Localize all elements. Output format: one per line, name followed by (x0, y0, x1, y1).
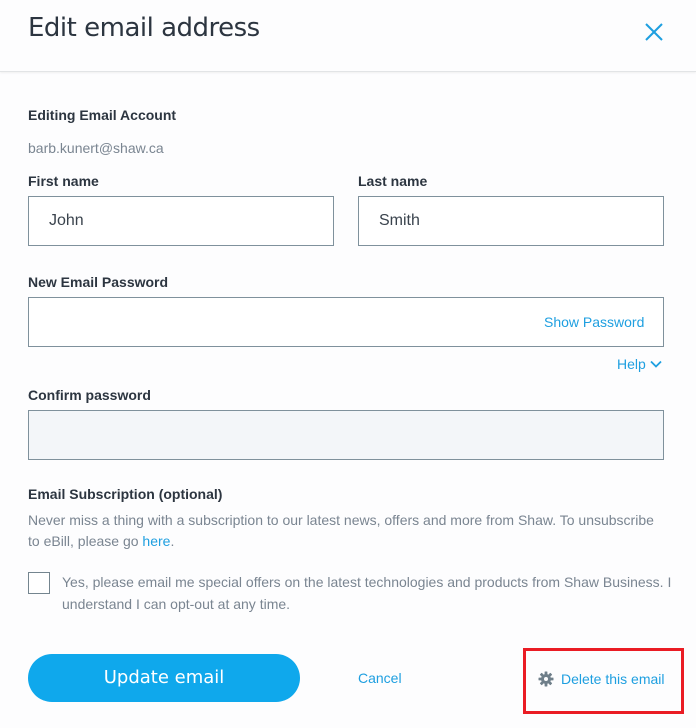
confirm-password-input[interactable] (28, 410, 664, 460)
subscription-checkbox[interactable] (28, 572, 50, 594)
first-name-label: First name (28, 173, 99, 189)
unsubscribe-ebill-link[interactable]: here (142, 533, 170, 549)
subscription-label: Email Subscription (optional) (28, 486, 223, 502)
new-password-label: New Email Password (28, 274, 169, 290)
page-title: Edit email address (28, 13, 260, 43)
show-password-button[interactable]: Show Password (544, 314, 644, 330)
confirm-password-label: Confirm password (28, 387, 151, 403)
editing-account-label: Editing Email Account (28, 107, 177, 123)
subscription-text-end: . (170, 533, 175, 549)
cancel-button[interactable]: Cancel (358, 670, 402, 686)
gear-icon (538, 671, 554, 687)
close-x-icon (645, 23, 663, 41)
delete-email-button[interactable]: Delete this email (538, 671, 665, 687)
subscription-description: Never miss a thing with a subscription t… (28, 510, 668, 552)
last-name-input[interactable]: Smith (358, 196, 664, 246)
modal-header: Edit email address (0, 0, 696, 72)
first-name-input[interactable]: John (28, 196, 334, 246)
help-label: Help (617, 356, 646, 372)
last-name-label: Last name (358, 173, 428, 189)
close-button[interactable] (643, 21, 665, 43)
update-email-button[interactable]: Update email (28, 654, 300, 702)
help-toggle[interactable]: Help (617, 356, 662, 372)
subscription-text: Never miss a thing with a subscription t… (28, 512, 654, 549)
account-email: barb.kunert@shaw.ca (28, 140, 164, 156)
chevron-down-icon (650, 360, 662, 368)
subscription-checkbox-label: Yes, please email me special offers on t… (62, 574, 672, 612)
delete-email-label: Delete this email (561, 671, 665, 687)
